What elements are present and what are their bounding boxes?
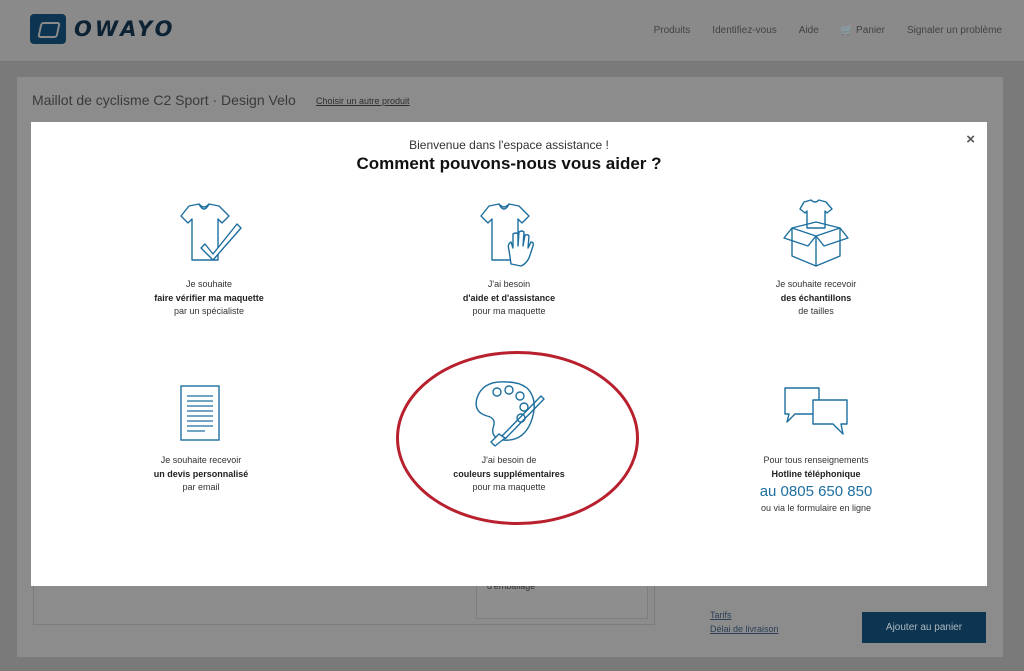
top-navigation-bar: OWAYO Produits Identifiez-vous Aide 🛒 Pa… xyxy=(0,0,1024,62)
option-line3: de tailles xyxy=(798,306,834,316)
option-line2: d'aide et d'assistance xyxy=(462,292,556,303)
option-hotline-text: Pour tous renseignements Hotline télépho… xyxy=(716,454,916,516)
option-line2: Hotline téléphonique xyxy=(771,468,861,479)
modal-heading: Comment pouvons-nous vous aider ? xyxy=(356,154,662,173)
option-line3: par email xyxy=(182,482,220,492)
option-size-samples-text: Je souhaite recevoir des échantillons de… xyxy=(716,278,916,319)
main-nav: Produits Identifiez-vous Aide 🛒 Panier S… xyxy=(654,25,1002,36)
option-line1: Je souhaite xyxy=(185,279,233,289)
nav-aide[interactable]: Aide xyxy=(799,25,819,36)
option-custom-quote-text: Je souhaite recevoir un devis personnali… xyxy=(101,454,301,495)
shirt-hand-icon xyxy=(480,203,534,267)
change-product-link[interactable]: Choisir un autre produit xyxy=(316,96,410,106)
option-custom-quote[interactable]: Je souhaite recevoir un devis personnali… xyxy=(101,384,301,495)
info-links: Tarifs Délai de livraison xyxy=(710,608,779,636)
brand-logo[interactable]: OWAYO xyxy=(30,14,175,44)
nav-signaler-probleme[interactable]: Signaler un problème xyxy=(907,25,1002,36)
option-line2: un devis personnalisé xyxy=(153,468,249,479)
modal-welcome-text: Bienvenue dans l'espace assistance ! xyxy=(409,138,609,152)
option-line2: couleurs supplémentaires xyxy=(453,468,565,479)
shirt-check-icon xyxy=(180,203,242,261)
option-line3: pour ma maquette xyxy=(472,482,546,492)
logo-mark-icon xyxy=(30,14,66,44)
brand-name: OWAYO xyxy=(74,17,176,41)
nav-panier-label: Panier xyxy=(856,25,885,36)
option-help-assistance[interactable]: J'ai besoin d'aide et d'assistance pour … xyxy=(409,202,609,319)
option-additional-colors[interactable]: J'ai besoin de couleurs supplémentaires … xyxy=(409,376,609,495)
nav-produits[interactable]: Produits xyxy=(654,25,691,36)
option-line1: Je souhaite recevoir xyxy=(160,455,242,465)
shirt-box-icon xyxy=(783,199,849,267)
option-size-samples[interactable]: Je souhaite recevoir des échantillons de… xyxy=(716,198,916,319)
product-title: Maillot de cyclisme C2 Sport · Design Ve… xyxy=(32,92,296,108)
option-additional-colors-text: J'ai besoin de couleurs supplémentaires … xyxy=(409,454,609,495)
delai-livraison-link[interactable]: Délai de livraison xyxy=(710,622,779,636)
option-line1: J'ai besoin de xyxy=(481,455,537,465)
nav-identifiez-vous[interactable]: Identifiez-vous xyxy=(712,25,776,36)
option-hotline[interactable]: Pour tous renseignements Hotline télépho… xyxy=(716,384,916,516)
nav-panier[interactable]: 🛒 Panier xyxy=(841,25,885,36)
option-help-assistance-text: J'ai besoin d'aide et d'assistance pour … xyxy=(409,278,609,319)
option-verify-design[interactable]: Je souhaite faire vérifier ma maquette p… xyxy=(109,202,309,319)
document-icon xyxy=(180,385,220,441)
chat-bubbles-icon xyxy=(784,387,848,435)
option-line1: J'ai besoin xyxy=(487,279,531,289)
add-to-cart-button[interactable]: Ajouter au panier xyxy=(862,612,986,643)
tarifs-link[interactable]: Tarifs xyxy=(710,608,779,622)
option-line3: ou via le formulaire en ligne xyxy=(760,503,872,513)
option-line3: par un spécialiste xyxy=(173,306,245,316)
palette-icon xyxy=(475,381,545,447)
option-line3: pour ma maquette xyxy=(472,306,546,316)
cart-icon: 🛒 xyxy=(840,25,854,36)
option-line2: faire vérifier ma maquette xyxy=(154,292,264,303)
option-line1: Pour tous renseignements xyxy=(763,455,869,465)
assistance-modal: × Bienvenue dans l'espace assistance ! C… xyxy=(31,122,987,586)
option-line2: des échantillons xyxy=(780,292,852,303)
option-verify-design-text: Je souhaite faire vérifier ma maquette p… xyxy=(109,278,309,319)
hotline-phone-number[interactable]: au 0805 650 850 xyxy=(716,482,916,502)
option-line1: Je souhaite recevoir xyxy=(775,279,857,289)
